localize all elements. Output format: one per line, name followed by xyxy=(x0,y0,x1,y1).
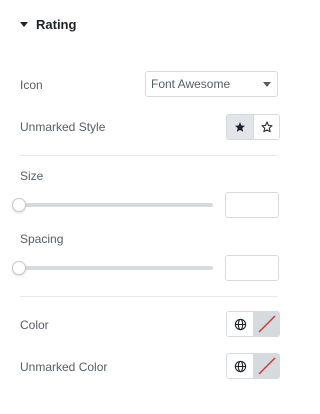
chevron-down-icon xyxy=(263,82,271,87)
global-colors-button[interactable] xyxy=(227,354,253,378)
global-colors-button[interactable] xyxy=(227,312,253,336)
size-slider-track[interactable] xyxy=(20,203,213,207)
unmarked-style-toggle xyxy=(226,114,280,140)
caret-down-icon xyxy=(20,21,28,27)
icon-select[interactable]: Font Awesome xyxy=(145,71,278,97)
color-swatch-button[interactable] xyxy=(253,312,279,336)
no-color-slash-icon xyxy=(257,315,276,333)
solid-star-button[interactable] xyxy=(227,115,253,139)
globe-icon xyxy=(234,318,246,330)
rating-settings-panel: Rating Icon Font Awesome Unmarked Style … xyxy=(0,0,300,414)
divider xyxy=(20,155,278,156)
unmarked-color-label: Unmarked Color xyxy=(20,360,108,374)
section-header[interactable]: Rating xyxy=(20,14,76,34)
color-control xyxy=(226,311,280,337)
size-slider-handle[interactable] xyxy=(12,198,26,212)
divider xyxy=(20,296,278,297)
icon-label: Icon xyxy=(20,78,43,92)
spacing-input[interactable] xyxy=(225,255,279,281)
size-input[interactable] xyxy=(225,192,279,218)
globe-icon xyxy=(234,360,246,372)
section-title: Rating xyxy=(36,16,77,32)
outline-star-button[interactable] xyxy=(253,115,279,139)
color-label: Color xyxy=(20,318,49,332)
color-swatch-button[interactable] xyxy=(253,354,279,378)
outline-star-icon xyxy=(261,121,272,133)
unmarked-color-control xyxy=(226,353,280,379)
unmarked-style-label: Unmarked Style xyxy=(20,120,106,134)
spacing-slider-track[interactable] xyxy=(20,266,213,270)
icon-select-value: Font Awesome xyxy=(151,77,231,91)
solid-star-icon xyxy=(235,122,245,132)
spacing-slider-handle[interactable] xyxy=(12,261,26,275)
spacing-label: Spacing xyxy=(20,232,64,246)
no-color-slash-icon xyxy=(257,357,276,375)
size-label: Size xyxy=(20,169,44,183)
